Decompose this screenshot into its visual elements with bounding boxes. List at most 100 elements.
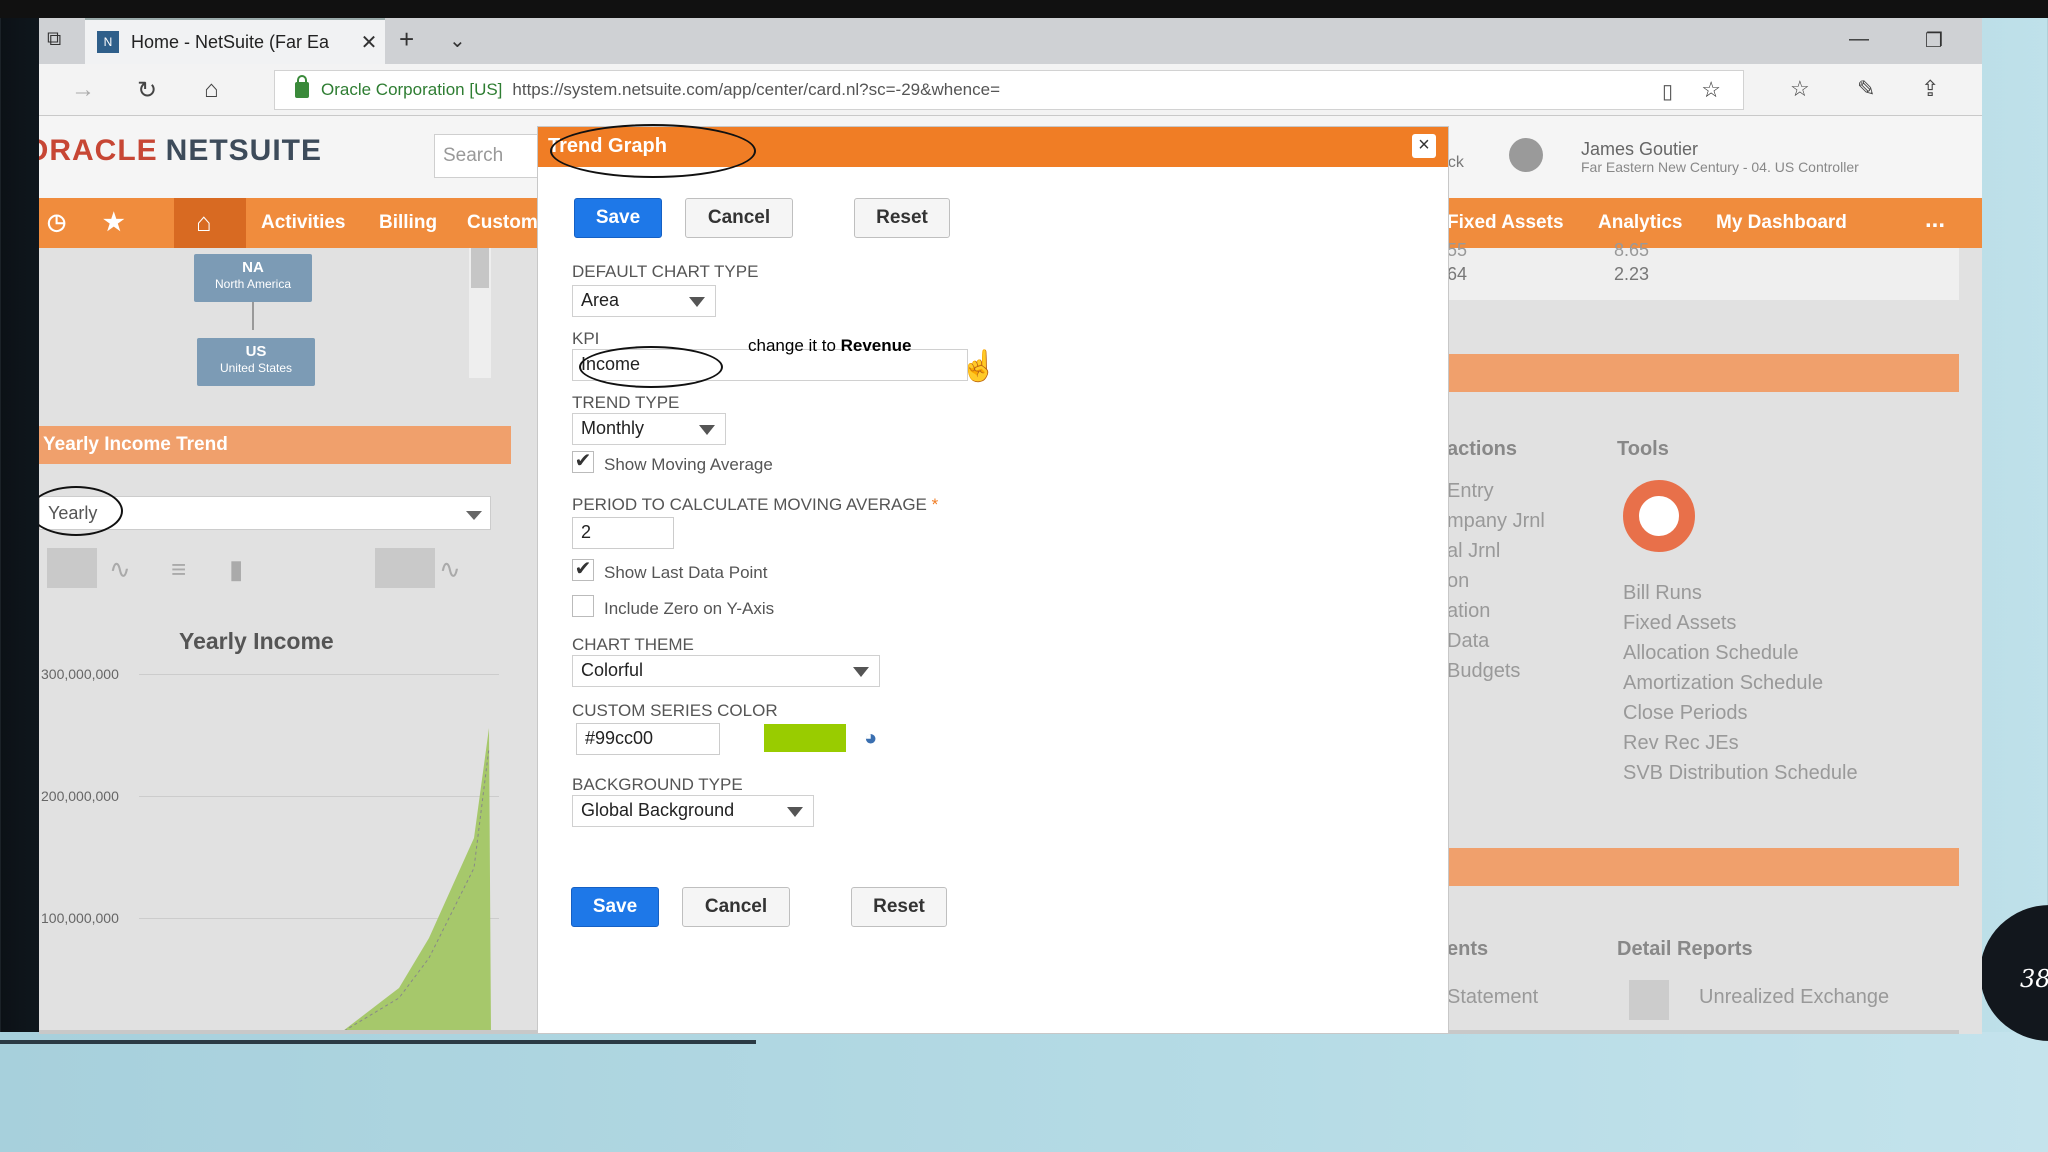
tools-header: Tools [1617,438,1669,460]
required-mark: * [931,495,939,514]
reset-button-bottom[interactable]: Reset [851,887,947,927]
tool-link[interactable]: Close Periods [1623,702,1748,725]
tool-link[interactable]: SVB Distribution Schedule [1623,762,1858,785]
label-text: Period to Calculate Moving Average [572,495,927,514]
select-value: Colorful [581,660,644,680]
new-tab-icon[interactable]: + [399,24,414,55]
include-zero-label: Include Zero on Y-Axis [604,599,775,618]
reading-view-icon[interactable]: ▯ [1662,79,1673,104]
refresh-icon[interactable]: ↻ [137,76,157,105]
kpi-table: 55 8.65 64 2.23 [1439,240,1959,300]
include-zero-checkbox[interactable] [572,595,594,617]
favorite-star-icon[interactable]: ☆ [1701,77,1721,103]
url-field[interactable]: Oracle Corporation [US] https://system.n… [274,70,1744,110]
minimize-icon[interactable]: — [1849,28,1869,51]
custom-series-color-label: Custom Series Color [572,701,778,720]
trend-area-icon[interactable] [375,548,435,588]
show-last-data-point-checkbox[interactable]: ✔ [572,559,594,581]
transaction-link[interactable]: Budgets [1447,660,1520,683]
area-chart-icon[interactable] [47,548,97,588]
transaction-link[interactable]: Entry [1447,480,1494,503]
share-icon[interactable]: ⇪ [1921,76,1939,102]
detail-report-link[interactable]: Unrealized Exchange [1699,986,1889,1009]
select-value: Global Background [581,800,735,820]
favorites-hub-icon[interactable]: ☆ [1790,76,1810,102]
nav-analytics[interactable]: Analytics [1598,212,1682,234]
statement-link[interactable]: Statement [1447,986,1538,1009]
nav-fixed-assets[interactable]: Fixed Assets [1447,212,1564,234]
tab-list-chevron-icon[interactable]: ⌄ [449,28,466,53]
column-chart-icon[interactable]: ▮ [229,554,243,585]
user-info[interactable]: James Goutier Far Eastern New Century - … [1581,140,1859,176]
color-picker-icon[interactable]: ◕ [864,725,877,751]
period-input[interactable]: 2 [572,517,674,549]
chart-theme-select[interactable]: Colorful [572,655,880,687]
income-area-series [339,728,491,1034]
trend-type-select[interactable]: Monthly [572,413,726,445]
default-chart-type-select[interactable]: Area [572,285,716,317]
tool-link[interactable]: Bill Runs [1623,582,1702,605]
user-name: James Goutier [1581,139,1699,159]
background-type-select[interactable]: Global Background [572,795,814,827]
nav-activities[interactable]: Activities [261,212,345,234]
forward-icon[interactable]: → [71,76,95,104]
address-bar: → ↻ ⌂ Oracle Corporation [US] https://sy… [39,64,1982,116]
tool-link[interactable]: Amortization Schedule [1623,672,1823,695]
tool-link[interactable]: Allocation Schedule [1623,642,1799,665]
tab-actions-icon[interactable]: ⧉ [47,28,61,51]
slide-top-bar [0,0,2048,18]
trend-type-label: Trend Type [572,393,680,412]
save-button[interactable]: Save [574,198,662,238]
tool-link[interactable]: Fixed Assets [1623,612,1736,635]
close-tab-icon[interactable]: ✕ [353,30,385,55]
home-icon[interactable]: ⌂ [204,76,219,104]
nav-billing[interactable]: Billing [379,212,437,234]
reset-button[interactable]: Reset [854,198,950,238]
tool-link[interactable]: Rev Rec JEs [1623,732,1739,755]
save-button-bottom[interactable]: Save [571,887,659,927]
show-moving-average-checkbox[interactable]: ✔ [572,451,594,473]
color-swatch[interactable] [764,724,846,752]
close-dialog-icon[interactable]: × [1412,134,1436,158]
kpi-cell: 2.23 [1614,264,1650,284]
url-text: https://system.netsuite.com/app/center/c… [512,80,1000,99]
node-code: NA [242,259,264,276]
trend-graph-dialog: Trend Graph × Save Cancel Reset Default … [537,126,1449,1034]
bar-chart-icon[interactable]: ≡ [171,554,186,585]
transaction-link[interactable]: on [1447,570,1469,593]
cancel-button[interactable]: Cancel [685,198,793,238]
chevron-down-icon [853,667,869,677]
tree-connector [252,302,254,330]
right-portlets: 55 8.65 64 2.23 actions Entry mpany Jrnl… [1439,240,1959,1034]
transaction-link[interactable]: al Jrnl [1447,540,1500,563]
home-tab[interactable]: ⌂ [174,198,246,248]
y-tick-label: 200,000,000 [41,788,119,804]
nav-more[interactable]: ... [1925,206,1945,234]
annotation-text: change it to [748,336,841,355]
transaction-link[interactable]: ation [1447,600,1490,623]
tree-node-us[interactable]: US United States [197,338,315,386]
recent-records-icon[interactable]: ◷ [47,209,66,235]
chart-theme-label: Chart Theme [572,635,694,654]
trend-line-icon[interactable]: ∿ [439,554,461,585]
line-chart-icon[interactable]: ∿ [109,554,131,585]
annotation-ellipse-title [550,124,756,178]
nav-my-dashboard[interactable]: My Dashboard [1716,212,1847,234]
browser-tab[interactable]: N Home - NetSuite (Far Ea ✕ [85,18,385,64]
tree-node-na[interactable]: NA North America [194,254,312,302]
restore-icon[interactable]: ❐ [1925,28,1943,53]
logo-netsuite-text: NETSUITE [165,134,323,167]
series-color-input[interactable]: #99cc00 [576,723,720,755]
home-nav-icon: ⌂ [196,207,212,237]
chevron-down-icon [787,807,803,817]
user-avatar[interactable] [1509,138,1543,172]
tree-scrollbar[interactable] [469,248,491,378]
cancel-button-bottom[interactable]: Cancel [682,887,790,927]
transaction-link[interactable]: Data [1447,630,1489,653]
shortcuts-star-icon[interactable]: ★ [103,208,125,237]
oracle-netsuite-logo[interactable]: ORACLENETSUITE [39,134,322,168]
transaction-link[interactable]: mpany Jrnl [1447,510,1545,533]
site-identity: Oracle Corporation [US] [321,80,503,99]
pen-icon[interactable]: ✎ [1857,76,1875,102]
detail-reports-header: Detail Reports [1617,938,1753,960]
